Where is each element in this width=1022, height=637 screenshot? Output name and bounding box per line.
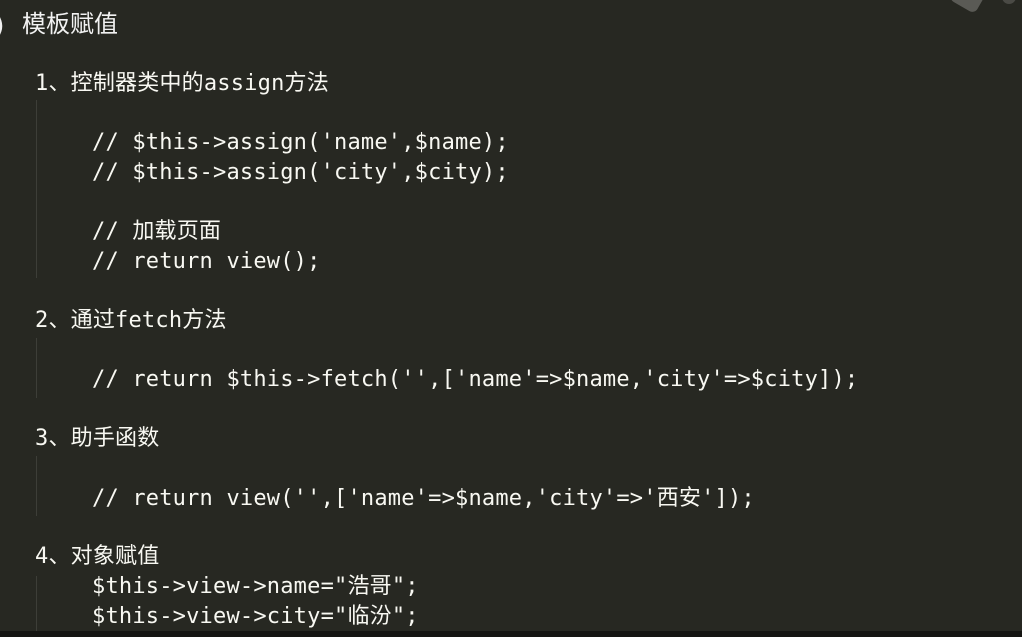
code-line: // return view(); (92, 249, 321, 274)
bottom-edge (0, 631, 1022, 637)
section-label: 3、助手函数 (35, 426, 160, 451)
indent-guide (36, 456, 37, 516)
code-line: // $this->assign('name',$name); (92, 130, 509, 155)
code-line: // return view('',['name'=>$name,'city'=… (92, 486, 755, 511)
corner-shape-icon (948, 0, 986, 15)
code-line: // return $this->fetch('',['name'=>$name… (92, 367, 859, 392)
page-title: 模板赋值 (22, 10, 118, 38)
code-line: $this->view->name="浩哥"; (92, 574, 419, 599)
corner-dot-icon (1002, 0, 1016, 4)
indent-guide (36, 100, 37, 278)
section-label: 2、通过fetch方法 (35, 308, 227, 333)
code-editor-view: ) 模板赋值 1、控制器类中的assign方法 // $this->assign… (0, 0, 1022, 637)
indent-guide (36, 338, 37, 398)
code-line: // $this->assign('city',$city); (92, 160, 509, 185)
section-label: 1、控制器类中的assign方法 (35, 71, 329, 96)
code-line: $this->view->city="临汾"; (92, 604, 419, 629)
code-line: // 加载页面 (92, 219, 222, 244)
heading-bullet: ) (0, 13, 8, 39)
indent-guide (36, 576, 37, 637)
section-label: 4、对象赋值 (35, 544, 160, 569)
